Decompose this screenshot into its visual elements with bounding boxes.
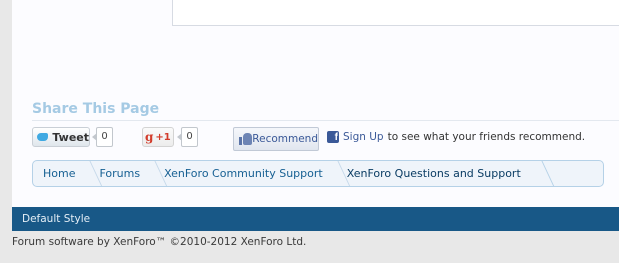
style-chooser-link[interactable]: Default Style	[22, 213, 90, 225]
recommend-label: Recommend	[252, 133, 318, 145]
google-plus-button[interactable]: g +1	[142, 127, 174, 147]
facebook-signup-link[interactable]: Sign Up	[343, 131, 384, 143]
share-buttons-row: Tweet 0 g +1 0 Recommend f Sign Up to se…	[32, 127, 619, 151]
share-page-heading: Share This Page	[32, 101, 160, 117]
facebook-recommend-button[interactable]: Recommend	[233, 127, 319, 151]
gplus-label: +1	[155, 131, 171, 143]
content-panel	[172, 0, 619, 26]
gplus-count: 0	[177, 127, 198, 147]
twitter-bird-icon	[36, 131, 49, 143]
breadcrumb: Home Forums XenForo Community Support Xe…	[32, 160, 604, 187]
facebook-like-thumb-icon	[239, 132, 253, 146]
footer-bar: Default Style	[12, 207, 619, 231]
breadcrumb-community-support[interactable]: XenForo Community Support	[154, 161, 337, 186]
breadcrumb-home[interactable]: Home	[33, 161, 89, 186]
breadcrumb-questions-support[interactable]: XenForo Questions and Support	[337, 161, 541, 186]
facebook-signup-text: to see what your friends recommend.	[387, 131, 586, 143]
google-plus-icon: g	[145, 130, 154, 144]
copyright-notice: Forum software by XenForo™ ©2010-2012 Xe…	[12, 236, 307, 248]
breadcrumb-forums[interactable]: Forums	[89, 161, 154, 186]
share-divider	[32, 120, 619, 121]
tweet-count: 0	[92, 127, 113, 147]
tweet-label: Tweet	[52, 130, 89, 144]
facebook-icon: f	[327, 131, 339, 143]
facebook-signup-prompt: f Sign Up to see what your friends recom…	[327, 131, 585, 143]
tweet-button[interactable]: Tweet	[32, 127, 90, 147]
